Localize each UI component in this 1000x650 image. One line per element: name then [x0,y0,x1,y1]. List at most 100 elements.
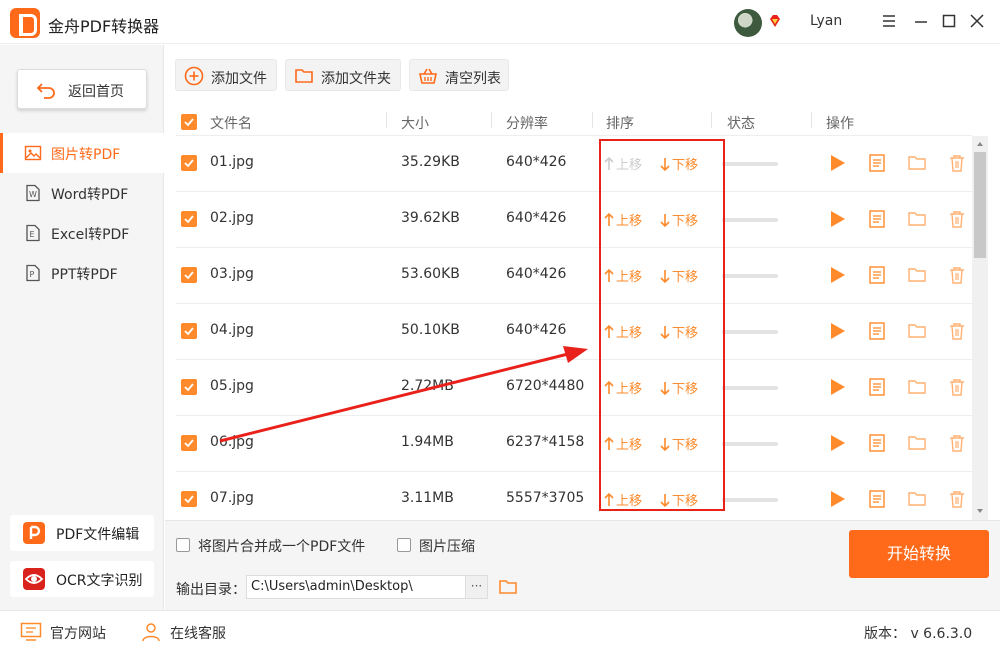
move-up-button: 上移 [604,154,642,173]
document-icon[interactable] [867,209,887,229]
table-row[interactable]: 01.jpg 35.29KB 640*426 上移 下移 [176,136,972,192]
table-row[interactable]: 05.jpg 2.72MB 6720*4480 上移 下移 [176,360,972,416]
online-support-label: 在线客服 [170,626,226,642]
row-checkbox[interactable] [181,155,197,171]
scrollbar-thumb[interactable] [974,152,986,258]
open-folder-icon[interactable] [498,577,518,597]
scroll-up-arrow-icon[interactable] [976,140,984,148]
document-icon[interactable] [867,321,887,341]
row-checkbox[interactable] [181,267,197,283]
back-home-button[interactable]: 返回首页 [17,69,147,109]
progress-bar [722,330,778,334]
play-icon[interactable] [827,153,847,173]
minimize-icon[interactable] [912,12,930,30]
play-icon[interactable] [827,377,847,397]
move-down-button[interactable]: 下移 [660,154,698,173]
compress-checkbox[interactable] [397,538,411,552]
table-row[interactable]: 06.jpg 1.94MB 6237*4158 上移 下移 [176,416,972,472]
table-row[interactable]: 03.jpg 53.60KB 640*426 上移 下移 [176,248,972,304]
move-up-label: 上移 [616,494,643,509]
move-up-button[interactable]: 上移 [604,378,642,397]
trash-icon[interactable] [947,321,967,341]
table-row[interactable]: 04.jpg 50.10KB 640*426 上移 下移 [176,304,972,360]
trash-icon[interactable] [947,265,967,285]
move-down-button[interactable]: 下移 [660,434,698,453]
username[interactable]: Lyan [810,13,842,29]
move-down-button[interactable]: 下移 [660,378,698,397]
arrow-up-icon [604,436,616,453]
folder-icon[interactable] [907,265,927,285]
move-up-button[interactable]: 上移 [604,210,642,229]
folder-icon[interactable] [907,153,927,173]
move-up-button[interactable]: 上移 [604,322,642,341]
file-resolution: 5557*3705 [506,490,585,506]
folder-icon[interactable] [907,489,927,509]
vip-diamond-icon[interactable] [768,14,782,28]
document-icon[interactable] [867,265,887,285]
file-size: 2.72MB [401,378,454,394]
output-path-field[interactable]: C:\Users\admin\Desktop\ [246,575,466,599]
document-icon[interactable] [867,377,887,397]
add-file-button[interactable]: 添加文件 [175,59,277,91]
move-up-button[interactable]: 上移 [604,434,642,453]
table-row[interactable]: 02.jpg 39.62KB 640*426 上移 下移 [176,192,972,248]
return-icon [36,83,55,99]
row-checkbox[interactable] [181,211,197,227]
scroll-down-arrow-icon[interactable] [976,507,984,515]
move-up-button[interactable]: 上移 [604,490,642,509]
row-checkbox[interactable] [181,323,197,339]
move-down-label: 下移 [672,214,699,229]
trash-icon[interactable] [947,209,967,229]
select-all-checkbox[interactable] [181,114,197,130]
pdf-edit-button[interactable]: PDF文件编辑 [10,515,154,551]
close-icon[interactable] [968,12,986,30]
document-icon[interactable] [867,153,887,173]
arrow-down-icon [660,326,672,341]
trash-icon[interactable] [947,153,967,173]
user-avatar[interactable] [734,9,762,37]
play-icon[interactable] [827,489,847,509]
check-icon [184,271,194,280]
row-checkbox[interactable] [181,379,197,395]
folder-icon[interactable] [907,321,927,341]
start-convert-button[interactable]: 开始转换 [849,530,989,578]
folder-icon[interactable] [907,209,927,229]
folder-icon[interactable] [907,377,927,397]
merge-checkbox[interactable] [176,538,190,552]
play-icon[interactable] [827,265,847,285]
sidebar-item-image-to-pdf[interactable]: 图片转PDF [0,133,164,173]
check-icon [184,215,194,224]
sidebar-item-ppt-to-pdf[interactable]: P PPT转PDF [0,253,164,293]
move-up-label: 上移 [616,326,643,341]
move-down-button[interactable]: 下移 [660,266,698,285]
basket-icon [419,68,437,84]
play-icon[interactable] [827,209,847,229]
sidebar-item-word-to-pdf[interactable]: W Word转PDF [0,173,164,213]
check-icon [184,159,194,168]
clear-list-button[interactable]: 清空列表 [409,59,509,91]
row-checkbox[interactable] [181,491,197,507]
move-down-button[interactable]: 下移 [660,490,698,509]
output-dir-label: 输出目录： [176,582,246,598]
ocr-button[interactable]: OCR文字识别 [10,561,154,597]
progress-bar [722,218,778,222]
trash-icon[interactable] [947,489,967,509]
menu-icon[interactable] [880,12,898,30]
play-icon[interactable] [827,433,847,453]
maximize-icon[interactable] [940,12,958,30]
trash-icon[interactable] [947,377,967,397]
sidebar-item-excel-to-pdf[interactable]: E Excel转PDF [0,213,164,253]
document-icon[interactable] [867,489,887,509]
move-down-button[interactable]: 下移 [660,210,698,229]
document-icon[interactable] [867,433,887,453]
folder-icon[interactable] [907,433,927,453]
move-down-button[interactable]: 下移 [660,322,698,341]
move-up-button[interactable]: 上移 [604,266,642,285]
trash-icon[interactable] [947,433,967,453]
progress-bar [722,162,778,166]
row-checkbox[interactable] [181,435,197,451]
play-icon[interactable] [827,321,847,341]
browse-button[interactable]: ··· [466,575,488,599]
header-separator [711,112,712,128]
add-folder-button[interactable]: 添加文件夹 [285,59,401,91]
